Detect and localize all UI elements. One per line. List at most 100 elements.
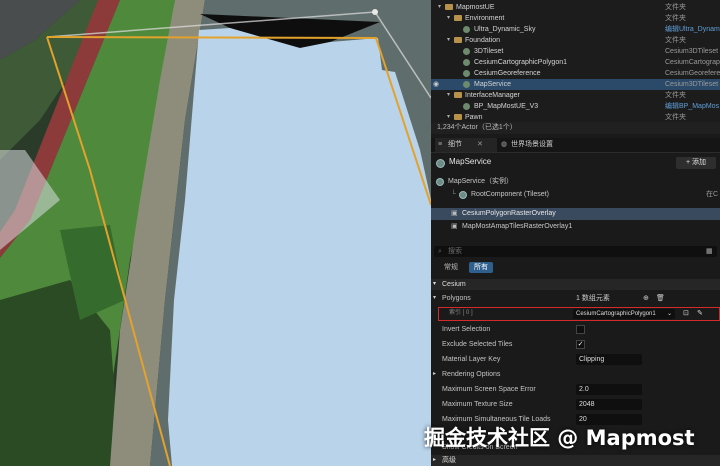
outliner-row[interactable]: CesiumGeoreference CesiumGeorefere	[431, 68, 720, 79]
actor-icon	[463, 81, 470, 88]
prop-rendering-options[interactable]: ▸ Rendering Options	[431, 367, 720, 382]
chevron-right-icon: ▸	[433, 457, 437, 463]
search-placeholder: 搜索	[448, 248, 462, 255]
close-icon[interactable]: ✕	[477, 138, 483, 152]
prop-exclude-label: Exclude Selected Tiles	[442, 341, 513, 348]
outliner-row[interactable]: 3DTileset Cesium3DTileset	[431, 46, 720, 57]
outliner-row[interactable]: ▾ Foundation 文件夹	[431, 35, 720, 46]
outliner-row-name: MapService	[474, 81, 511, 88]
tree-branch-icon: └	[451, 191, 456, 198]
outliner-row[interactable]: CesiumCartographicPolygon1 CesiumCartogra…	[431, 57, 720, 68]
world-outliner: ▾ MapmostUE 文件夹 ▾ Environment 文件夹 Ultra_Dynami…	[431, 0, 720, 122]
folder-icon	[454, 114, 462, 120]
folder-icon	[454, 37, 462, 43]
polygon-select-dropdown[interactable]: CesiumCartographicPolygon1 ⌄	[573, 309, 675, 319]
prop-material-layer-key: Material Layer Key Clipping	[431, 352, 720, 367]
section-cesium[interactable]: ▾ Cesium	[431, 279, 720, 290]
visibility-eye-icon[interactable]: ◉	[433, 79, 442, 90]
chevron-down-icon: ▾	[433, 281, 437, 287]
actor-icon	[436, 159, 445, 168]
prop-polygons-label: Polygons	[442, 295, 471, 302]
outliner-row-name: Ultra_Dynamic_Sky	[474, 26, 536, 33]
outliner-row-name: MapmostUE	[456, 4, 495, 11]
details-icon: ≡	[438, 141, 443, 148]
search-icon: ⌕	[438, 248, 442, 255]
chevron-down-icon[interactable]: ▾	[447, 35, 450, 46]
outliner-row-name: CesiumGeoreference	[474, 70, 541, 77]
add-component-button[interactable]: + 添加	[676, 157, 716, 169]
details-tab-bar: ≡ 细节 ✕ ◍ 世界场景设置	[431, 138, 720, 153]
component-icon: ▣	[451, 223, 458, 230]
outliner-row-type[interactable]: 编辑BP_MapMos	[665, 101, 719, 112]
eyedropper-icon[interactable]: ✎	[697, 309, 703, 317]
prop-polygons: ▾ Polygons 1 数组元素 ⊕ 🗑	[431, 291, 720, 306]
outliner-row-type: Cesium3DTileset	[665, 48, 719, 55]
invert-selection-checkbox[interactable]	[576, 325, 585, 334]
polygon-vertex-handle[interactable]	[372, 9, 378, 15]
component-instance-row[interactable]: MapService（实例）	[431, 176, 720, 188]
tab-details-label: 细节	[448, 141, 462, 148]
component-label: CesiumPolygonRasterOverlay	[462, 210, 556, 217]
outliner-row[interactable]: ▾ MapmostUE 文件夹	[431, 2, 720, 13]
folder-icon	[454, 92, 462, 98]
details-search-input[interactable]: ⌕ 搜索	[434, 246, 717, 257]
prop-material-layer-key-label: Material Layer Key	[442, 356, 501, 363]
outliner-row-type: CesiumGeorefere	[665, 70, 720, 77]
actor-icon	[463, 26, 470, 33]
component-polygon-overlay-row[interactable]: ▣ CesiumPolygonRasterOverlay	[431, 208, 720, 220]
folder-icon	[454, 15, 462, 21]
root-component-suffix: 在C	[706, 191, 719, 198]
root-component-label: RootComponent (Tileset)	[471, 191, 549, 198]
filter-general-button[interactable]: 常规	[439, 262, 463, 273]
outliner-row-type[interactable]: 编辑Ultra_Dynam	[665, 24, 720, 35]
tab-details[interactable]: ≡ 细节 ✕	[435, 138, 497, 152]
prop-max-texture-label: Maximum Texture Size	[442, 401, 513, 408]
exclude-selected-tiles-checkbox[interactable]: ✓	[576, 340, 585, 349]
prop-invert-selection: Invert Selection	[431, 322, 720, 337]
actor-icon	[463, 70, 470, 77]
polygon-select-value: CesiumCartographicPolygon1	[576, 311, 656, 317]
outliner-row[interactable]: Ultra_Dynamic_Sky 编辑Ultra_Dynam	[431, 24, 720, 35]
tab-world-settings[interactable]: ◍ 世界场景设置	[497, 138, 577, 152]
section-cesium-label: Cesium	[442, 281, 466, 288]
outliner-row-type: 文件夹	[665, 92, 686, 99]
level-viewport[interactable]	[0, 0, 431, 466]
outliner-row[interactable]: ▾ InterfaceManager 文件夹	[431, 90, 720, 101]
outliner-row[interactable]: ▾ Environment 文件夹	[431, 13, 720, 24]
trash-icon[interactable]: 🗑	[656, 291, 665, 306]
outliner-row[interactable]: BP_MapMostUE_V3 编辑BP_MapMos	[431, 101, 720, 112]
pick-actor-icon[interactable]: ⊡	[683, 309, 689, 317]
actor-name-field[interactable]: MapService	[449, 157, 491, 166]
outliner-row-type: 文件夹	[665, 15, 686, 22]
outliner-row-name: BP_MapMostUE_V3	[474, 103, 539, 110]
max-sse-input[interactable]: 2.0	[576, 384, 642, 395]
chevron-down-icon[interactable]: ▾	[438, 2, 441, 13]
outliner-row[interactable]: ◉ MapService Cesium3DTileset	[431, 79, 720, 90]
chevron-down-icon[interactable]: ▾	[447, 90, 450, 101]
outliner-row-name: InterfaceManager	[465, 92, 520, 99]
chevron-down-icon: ⌄	[666, 311, 672, 317]
section-advanced[interactable]: ▸ 高级	[431, 455, 720, 466]
prop-polygons-count: 1 数组元素	[576, 295, 610, 302]
component-amap-overlay-row[interactable]: ▣ MapMostAmapTilesRasterOverlay1	[431, 221, 720, 233]
prop-max-sse-label: Maximum Screen Space Error	[442, 386, 536, 393]
outliner-row-type: 文件夹	[665, 37, 686, 44]
tileset-icon	[459, 191, 467, 199]
chevron-down-icon[interactable]: ▾	[433, 291, 436, 306]
grid-view-icon[interactable]: ▦	[706, 247, 713, 255]
prop-exclude-selected-tiles: Exclude Selected Tiles ✓	[431, 337, 720, 352]
max-texture-input[interactable]: 2048	[576, 399, 642, 410]
add-element-icon[interactable]: ⊕	[643, 291, 649, 306]
component-root-row[interactable]: └ RootComponent (Tileset) 在C	[431, 189, 720, 201]
clipped-overlay-area	[168, 28, 431, 466]
actor-icon	[463, 59, 470, 66]
prop-max-texture: Maximum Texture Size 2048	[431, 397, 720, 412]
prop-invert-selection-label: Invert Selection	[442, 326, 491, 333]
chevron-down-icon[interactable]: ▾	[447, 13, 450, 24]
outliner-row-name: Foundation	[465, 37, 501, 44]
outliner-row-name: 3DTileset	[474, 48, 504, 55]
material-layer-key-input[interactable]: Clipping	[576, 354, 642, 365]
instance-label: MapService（实例）	[448, 178, 513, 185]
filter-all-button[interactable]: 所有	[469, 262, 493, 273]
editor-side-panel: ▾ MapmostUE 文件夹 ▾ Environment 文件夹 Ultra_Dynami…	[431, 0, 720, 466]
